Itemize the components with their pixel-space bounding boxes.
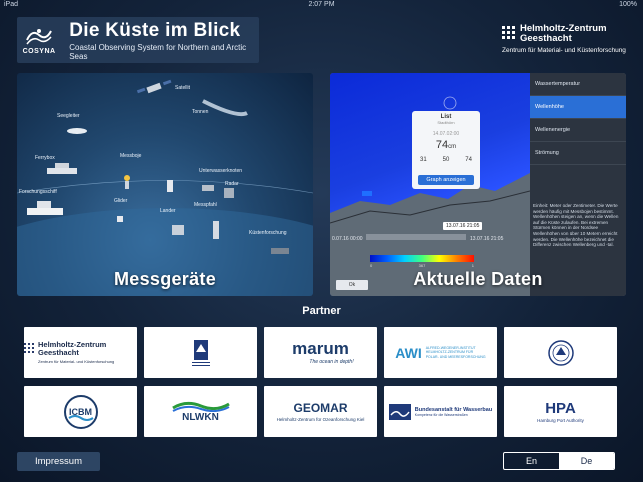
stat-min: 31 xyxy=(419,157,427,163)
lang-en-button[interactable]: En xyxy=(504,453,559,469)
label-satellit: Satellit xyxy=(175,85,191,91)
label-tonnen: Tonnen xyxy=(192,109,209,115)
status-bar: iPad 2:07 PM 100% xyxy=(0,0,643,10)
lang-de-button[interactable]: De xyxy=(559,453,614,469)
partner-geomar[interactable]: GEOMAR Helmholtz-Zentrum für Ozeanforsch… xyxy=(264,386,377,437)
hzg-dots-icon xyxy=(502,26,515,39)
instruments-caption: Messgeräte xyxy=(113,269,217,289)
sidebar-item-water-temperature[interactable]: Wassertemperatur xyxy=(530,73,626,96)
partner-nlwkn[interactable]: NLWKN xyxy=(144,386,257,437)
wave-logo-icon xyxy=(26,29,53,45)
label-forschungsschiff: Forschungsschiff xyxy=(19,189,57,195)
clock: 2:07 PM xyxy=(308,1,335,8)
stat-max: 74 xyxy=(465,157,472,163)
show-graph-button[interactable]: Graph anzeigen xyxy=(418,175,474,185)
parameter-description: Einheit: Meter oder Zentimeter. Die Wert… xyxy=(533,203,619,248)
label-lander: Lander xyxy=(160,208,176,214)
station-stats: 31 50 74 xyxy=(412,157,480,163)
label-seegleiter: Seegleiter xyxy=(57,113,80,119)
partner-heading: Partner xyxy=(302,305,341,317)
partner-awi[interactable]: AWI ALFRED-WEGENER-INSTITUT HELMHOLTZ-ZE… xyxy=(384,327,497,378)
partner-hzg[interactable]: Helmholtz-Zentrum Geesthacht Zentrum für… xyxy=(24,327,137,378)
app-header: COSYNA Die Küste im Blick Coastal Observ… xyxy=(17,17,259,63)
label-radar: Radar xyxy=(225,181,239,187)
stat-mid: 50 xyxy=(442,157,450,163)
battery-label: 100% xyxy=(619,1,637,8)
institution-logo: Helmholtz-Zentrum Geesthacht Zentrum für… xyxy=(502,24,627,54)
partner-emblem[interactable] xyxy=(504,327,617,378)
language-toggle: En De xyxy=(503,452,615,470)
hzg-dots-icon xyxy=(24,343,34,353)
cosyna-logo: COSYNA xyxy=(17,17,61,63)
station-subtitle: Stadthörn xyxy=(437,120,455,125)
impressum-button[interactable]: Impressum xyxy=(17,452,100,471)
time-end-label: 13.07.16 21:05 xyxy=(470,236,504,242)
label-ferrybox: Ferrybox xyxy=(35,155,55,161)
label-unterwasserknoten: Unterwasserknoten xyxy=(199,168,243,174)
sidebar-item-wave-energy[interactable]: Wellenenergie xyxy=(530,119,626,142)
app-subtitle: Coastal Observing System for Northern an… xyxy=(69,42,247,61)
sidebar-item-wave-height[interactable]: Wellenhöhe xyxy=(530,96,626,119)
label-glider: Glider xyxy=(114,198,128,204)
color-legend xyxy=(370,255,474,262)
current-data-caption: Aktuelle Daten xyxy=(413,269,543,289)
station-popup: List Stadthörn 14.07.02:00 74cm 31 50 74… xyxy=(412,111,480,189)
partner-grid: Helmholtz-Zentrum Geesthacht Zentrum für… xyxy=(24,327,620,437)
label-messpfahl: Messpfahl xyxy=(194,202,217,208)
baw-logo-icon xyxy=(388,403,411,420)
time-slider[interactable] xyxy=(366,234,466,240)
label-messboje: Messboje xyxy=(120,153,142,159)
parameter-sidebar: Wassertemperatur Wellenhöhe Wellenenergi… xyxy=(530,73,626,296)
instruments-panel[interactable]: Satellit Seegleiter Tonnen Ferrybox Fors… xyxy=(17,73,313,296)
bsh-logo-icon xyxy=(191,339,210,366)
partner-icbm[interactable]: ICBM xyxy=(24,386,137,437)
institution-subtitle: Zentrum für Material- und Küstenforschun… xyxy=(502,47,626,54)
emblem-icon xyxy=(547,339,574,366)
legend-ticks: 0 367 1 xyxy=(370,263,474,268)
station-value: 74cm xyxy=(435,139,457,151)
instruments-illustration xyxy=(17,79,313,296)
partner-marum[interactable]: marum The ocean in depth! xyxy=(264,327,377,378)
app-title: Die Küste im Blick xyxy=(69,19,241,41)
logo-text: COSYNA xyxy=(22,48,56,55)
label-kuestenforschung: Küstenforschung xyxy=(249,230,287,236)
current-time-tag: 13.07.16 21:05 xyxy=(443,222,483,230)
partner-baw[interactable]: Bundesanstalt für Wasserbau Kompetenz fü… xyxy=(384,386,497,437)
station-date: 14.07.02:00 xyxy=(432,131,460,137)
nlwkn-wave-icon xyxy=(171,401,230,412)
institution-name: Helmholtz-Zentrum Geesthacht xyxy=(520,23,607,44)
time-start-label: 0.07.16 00:00 xyxy=(332,236,363,242)
partner-bsh[interactable] xyxy=(144,327,257,378)
current-data-panel[interactable]: Wassertemperatur Wellenhöhe Wellenenergi… xyxy=(330,73,626,296)
sidebar-item-current[interactable]: Strömung xyxy=(530,142,626,165)
partner-hpa[interactable]: HPA Hamburg Port Authority xyxy=(504,386,617,437)
